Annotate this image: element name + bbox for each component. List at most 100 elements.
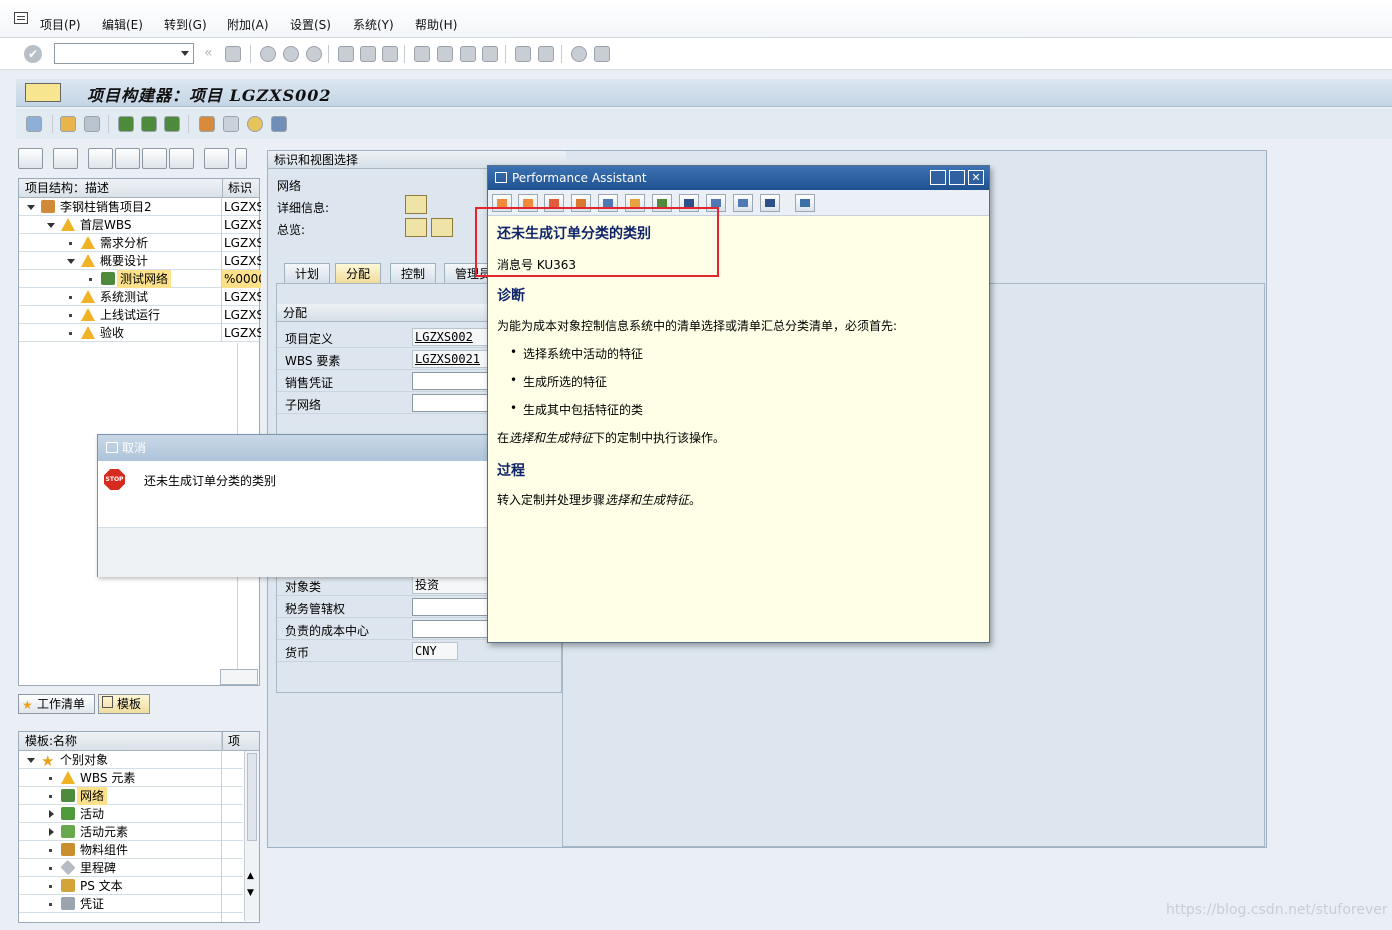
menu-extras[interactable]: 附加(A) — [227, 16, 269, 33]
vertical-scrollbar[interactable]: ▲ ▼ — [244, 751, 259, 921]
template-row[interactable]: 活动元素 — [19, 823, 243, 841]
delete-icon[interactable] — [204, 148, 229, 169]
expand-down-icon[interactable] — [67, 259, 75, 264]
exit-icon[interactable] — [283, 46, 299, 62]
mass-change-icon[interactable] — [199, 116, 215, 132]
menu-project[interactable]: 项目(P) — [40, 16, 81, 33]
next-object-icon[interactable] — [84, 116, 100, 132]
field-input[interactable]: CNY — [412, 642, 458, 660]
template-row[interactable]: PS 文本 — [19, 877, 243, 895]
shortcut-icon[interactable] — [538, 46, 554, 62]
tree-row[interactable]: 验收 LGZXS0 — [19, 324, 261, 342]
menu-help[interactable]: 帮助(H) — [415, 16, 457, 33]
layout-menu-icon[interactable] — [594, 46, 610, 62]
edit-text-icon[interactable] — [223, 116, 239, 132]
help-icon[interactable] — [571, 46, 587, 62]
note-link[interactable]: 选择和生成特征 — [509, 431, 593, 445]
long-text-icon[interactable] — [760, 194, 780, 212]
paste-icon[interactable] — [142, 148, 167, 169]
close-assistant-icon[interactable] — [795, 194, 815, 212]
transaction-icon[interactable] — [25, 83, 61, 102]
template-button[interactable]: 模板 — [98, 694, 150, 714]
menu-goto[interactable]: 转到(G) — [164, 16, 207, 33]
horizontal-scroll-buttons[interactable] — [220, 669, 258, 685]
tab-assignment[interactable]: 分配 — [335, 263, 382, 283]
scroll-down-icon[interactable]: ▼ — [247, 888, 254, 898]
tab-control[interactable]: 控制 — [390, 263, 437, 283]
chevron-down-icon[interactable] — [181, 51, 189, 56]
more-icon[interactable] — [235, 148, 247, 169]
procedure-link[interactable]: 选择和生成特征 — [605, 493, 689, 507]
menu-settings[interactable]: 设置(S) — [290, 16, 331, 33]
tree-row[interactable]: 概要设计 LGZXS0 — [19, 252, 261, 270]
tree-row[interactable]: 测试网络 %0000 — [19, 270, 261, 288]
back-arrows-icon[interactable]: « — [204, 45, 213, 61]
first-page-icon[interactable] — [414, 46, 430, 62]
new-session-icon[interactable] — [515, 46, 531, 62]
worklist-button[interactable]: ★ 工作清单 — [18, 694, 95, 714]
maximize-icon[interactable] — [949, 170, 965, 185]
tree-row[interactable]: 首层WBS LGZXS0 — [19, 216, 261, 234]
tree-id: LGZXS0 — [221, 252, 261, 270]
template-row[interactable]: ★ 个别对象 — [19, 751, 243, 769]
template-row[interactable]: 活动 — [19, 805, 243, 823]
tree-row[interactable]: 系统测试 LGZXS0 — [19, 288, 261, 306]
copy-icon[interactable] — [115, 148, 140, 169]
previous-object-icon[interactable] — [60, 116, 76, 132]
back-icon[interactable] — [260, 46, 276, 62]
close-icon[interactable]: ✕ — [968, 170, 984, 185]
undo-icon[interactable] — [169, 148, 194, 169]
next-page-icon[interactable] — [460, 46, 476, 62]
tree-row[interactable]: 需求分析 LGZXS0 — [19, 234, 261, 252]
last-page-icon[interactable] — [482, 46, 498, 62]
display-change-icon[interactable] — [26, 116, 42, 132]
warning-triangle-icon — [81, 254, 95, 267]
link-icon[interactable] — [733, 194, 753, 212]
menu-edit[interactable]: 编辑(E) — [102, 16, 143, 33]
expand-right-icon[interactable] — [49, 810, 54, 818]
cancel-icon[interactable] — [306, 46, 322, 62]
find-icon[interactable] — [360, 46, 376, 62]
field-label: WBS 要素 — [285, 354, 341, 368]
field-label: 项目定义 — [285, 332, 334, 346]
tree-row[interactable]: 李钢柱销售项目2 LGZXS0 — [19, 198, 261, 216]
tree-row[interactable]: 上线试运行 LGZXS0 — [19, 306, 261, 324]
expand-down-icon[interactable] — [27, 205, 35, 210]
tree-id: LGZXS0 — [221, 288, 261, 306]
print-icon[interactable] — [338, 46, 354, 62]
template-row[interactable]: 凭证 — [19, 895, 243, 913]
command-field[interactable] — [54, 43, 194, 64]
template-row[interactable]: WBS 元素 — [19, 769, 243, 787]
expand-right-icon[interactable] — [49, 828, 54, 836]
save-icon[interactable] — [225, 46, 241, 62]
template-row[interactable]: 物料组件 — [19, 841, 243, 859]
expand-down-icon[interactable] — [27, 758, 35, 763]
graphic-icon[interactable] — [164, 116, 180, 132]
tree-label: 首层WBS — [80, 218, 132, 232]
scroll-up-icon[interactable]: ▲ — [247, 871, 254, 881]
hierarchy-icon[interactable] — [118, 116, 134, 132]
new-icon[interactable] — [53, 148, 78, 169]
page-title: 项目构建器：项目 LGZXS002 — [87, 86, 332, 105]
template-row[interactable]: 网络 — [19, 787, 243, 805]
overview-component-icon[interactable] — [431, 218, 453, 237]
diagnosis-heading: 诊断 — [497, 288, 525, 304]
expand-down-icon[interactable] — [47, 223, 55, 228]
overview-activity-icon[interactable] — [405, 218, 427, 237]
settings-icon[interactable] — [271, 116, 287, 132]
minimize-icon[interactable] — [930, 170, 946, 185]
previous-page-icon[interactable] — [437, 46, 453, 62]
field-label: 销售凭证 — [285, 376, 334, 390]
status-icon[interactable] — [247, 116, 263, 132]
menu-system[interactable]: 系统(Y) — [353, 16, 394, 33]
find-next-icon[interactable] — [382, 46, 398, 62]
structure-icon[interactable] — [141, 116, 157, 132]
detail-network-icon[interactable] — [405, 195, 427, 214]
system-menu-icon[interactable] — [14, 12, 28, 24]
enter-check-icon[interactable]: ✔ — [24, 45, 42, 63]
template-row[interactable]: 里程碑 — [19, 859, 243, 877]
cut-icon[interactable] — [88, 148, 113, 169]
scroll-thumb[interactable] — [247, 753, 257, 841]
tab-plan[interactable]: 计划 — [284, 263, 331, 283]
open-folder-icon[interactable] — [18, 148, 43, 169]
